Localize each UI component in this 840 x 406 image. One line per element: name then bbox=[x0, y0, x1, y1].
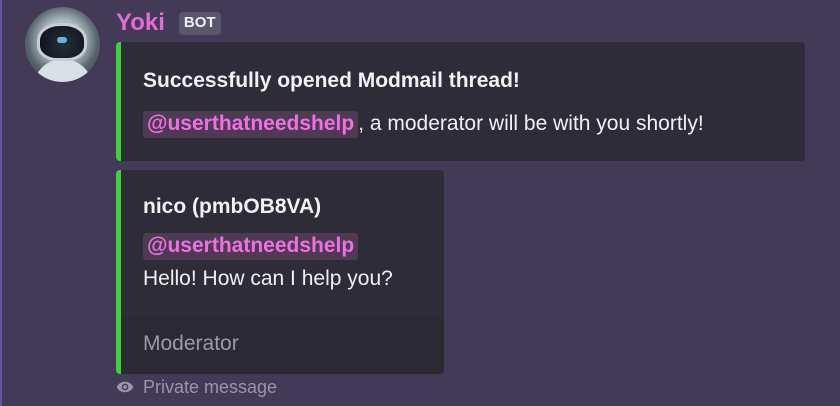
window-edge bbox=[0, 0, 2, 406]
embed-moderator-reply: nico (pmbOB8VA) @userthatneedshelp Hello… bbox=[116, 170, 444, 374]
embed-title: nico (pmbOB8VA) bbox=[143, 195, 322, 218]
chat-message-area: Yoki BOT Successfully opened Modmail thr… bbox=[0, 0, 840, 406]
avatar-body bbox=[33, 59, 93, 82]
message-header: Yoki BOT bbox=[116, 8, 221, 38]
embed-footer-text: Moderator bbox=[143, 332, 239, 355]
embed-footer: Moderator bbox=[121, 317, 444, 374]
author-name[interactable]: Yoki bbox=[116, 9, 165, 37]
embed-mention-line: @userthatneedshelp bbox=[143, 233, 359, 260]
embed-accent-bar bbox=[116, 42, 121, 161]
embed-description: Hello! How can I help you? bbox=[143, 267, 393, 290]
avatar-glint bbox=[57, 37, 67, 43]
embed-description-text: , a moderator will be with you shortly! bbox=[358, 112, 704, 135]
eye-icon bbox=[116, 381, 134, 393]
embed-description: @userthatneedshelp, a moderator will be … bbox=[143, 111, 704, 138]
visibility-note: Private message bbox=[116, 376, 277, 398]
user-mention[interactable]: @userthatneedshelp bbox=[143, 111, 359, 138]
embed-thread-opened: Successfully opened Modmail thread! @use… bbox=[116, 42, 805, 161]
bot-badge: BOT bbox=[178, 11, 221, 35]
user-mention[interactable]: @userthatneedshelp bbox=[143, 233, 359, 260]
embed-title: Successfully opened Modmail thread! bbox=[143, 69, 520, 92]
visibility-text: Private message bbox=[143, 376, 278, 397]
avatar[interactable] bbox=[25, 7, 100, 82]
